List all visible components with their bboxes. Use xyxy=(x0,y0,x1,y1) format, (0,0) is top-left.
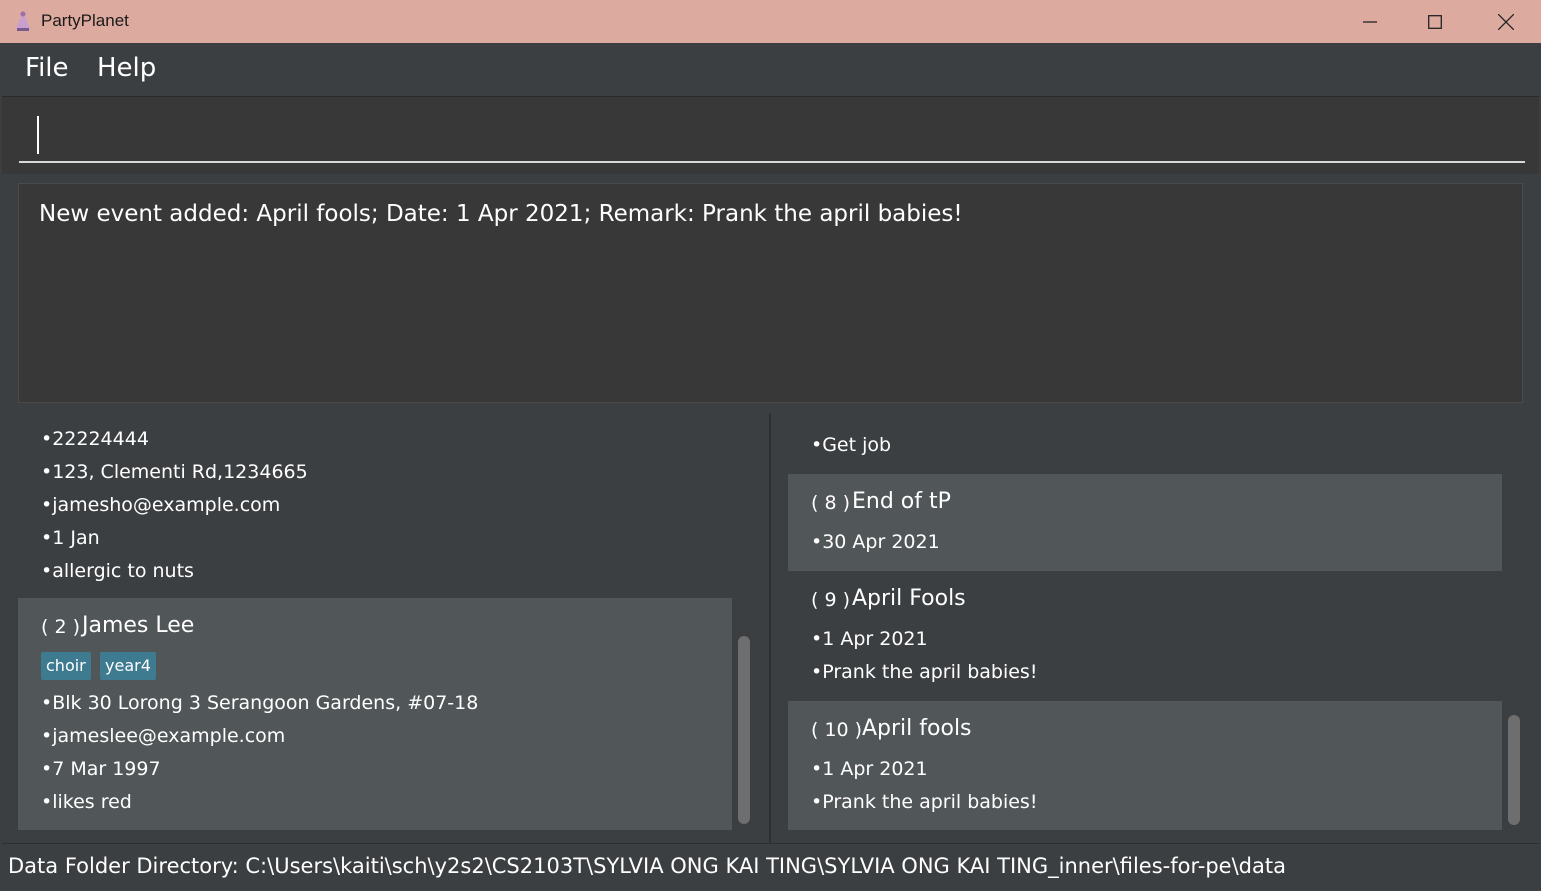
command-box xyxy=(2,97,1539,174)
event-list[interactable]: •Get job ( 8 ) End of tP •30 Apr 2021 ( … xyxy=(788,431,1502,830)
tag-badge: choir xyxy=(41,652,91,680)
event-name: April Fools xyxy=(852,586,966,611)
window-title: PartyPlanet xyxy=(41,11,129,30)
event-list-scrollbar[interactable] xyxy=(1507,431,1521,830)
command-input[interactable] xyxy=(19,111,1525,163)
event-card[interactable]: •Get job xyxy=(788,431,1502,474)
person-name: James Lee xyxy=(82,613,195,638)
event-name: End of tP xyxy=(852,489,951,514)
event-remark: •Get job xyxy=(811,434,892,456)
person-list-scrollbar[interactable] xyxy=(737,431,751,830)
event-index: ( 10 ) xyxy=(811,719,863,741)
scrollbar-thumb[interactable] xyxy=(738,636,750,824)
event-remark: •Prank the april babies! xyxy=(811,791,1038,813)
person-remark: •allergic to nuts xyxy=(41,560,194,582)
person-address: •Blk 30 Lorong 3 Serangoon Gardens, #07-… xyxy=(41,692,479,714)
app-icon xyxy=(14,9,32,33)
result-message: New event added: April fools; Date: 1 Ap… xyxy=(39,201,963,227)
title-bar: PartyPlanet xyxy=(0,0,1541,43)
person-remark: •likes red xyxy=(41,791,132,813)
event-card[interactable]: ( 8 ) End of tP •30 Apr 2021 xyxy=(788,474,1502,571)
event-date: •1 Apr 2021 xyxy=(811,628,928,650)
maximize-button[interactable] xyxy=(1400,0,1470,43)
menu-help[interactable]: Help xyxy=(97,53,156,83)
person-card[interactable]: ( 2 ) James Lee choir year4 •Blk 30 Loro… xyxy=(18,598,732,830)
result-display[interactable]: New event added: April fools; Date: 1 Ap… xyxy=(18,183,1523,403)
person-birthday: •1 Jan xyxy=(41,527,100,549)
event-remark: •Prank the april babies! xyxy=(811,661,1038,683)
person-birthday: •7 Mar 1997 xyxy=(41,758,161,780)
close-icon xyxy=(1498,13,1514,30)
event-date: •1 Apr 2021 xyxy=(811,758,928,780)
person-phone: •22224444 xyxy=(41,431,149,450)
event-name: April fools xyxy=(862,716,972,741)
event-index: ( 9 ) xyxy=(811,589,850,611)
scrollbar-thumb[interactable] xyxy=(1508,715,1520,825)
event-card[interactable]: ( 10 ) April fools •1 Apr 2021 •Prank th… xyxy=(788,701,1502,830)
data-folder-path: Data Folder Directory: C:\Users\kaiti\sc… xyxy=(8,854,1286,878)
minimize-icon xyxy=(1363,20,1377,23)
tag-badge: year4 xyxy=(100,652,156,680)
close-button[interactable] xyxy=(1471,0,1541,43)
menu-bar: File Help xyxy=(2,43,1539,97)
menu-file[interactable]: File xyxy=(25,53,69,83)
status-bar: Data Folder Directory: C:\Users\kaiti\sc… xyxy=(2,843,1539,891)
person-list[interactable]: •22224444 •123, Clementi Rd,1234665 •jam… xyxy=(18,431,732,830)
text-caret xyxy=(37,116,39,154)
person-email: •jameslee@example.com xyxy=(41,725,286,747)
minimize-button[interactable] xyxy=(1335,0,1405,43)
person-address: •123, Clementi Rd,1234665 xyxy=(41,461,308,483)
person-index: ( 2 ) xyxy=(41,616,80,638)
maximize-icon xyxy=(1428,14,1442,29)
event-card[interactable]: ( 9 ) April Fools •1 Apr 2021 •Prank the… xyxy=(788,571,1502,701)
person-email: •jamesho@example.com xyxy=(41,494,281,516)
event-index: ( 8 ) xyxy=(811,492,850,514)
event-date: •30 Apr 2021 xyxy=(811,531,940,553)
person-card[interactable]: •22224444 •123, Clementi Rd,1234665 •jam… xyxy=(18,431,732,598)
